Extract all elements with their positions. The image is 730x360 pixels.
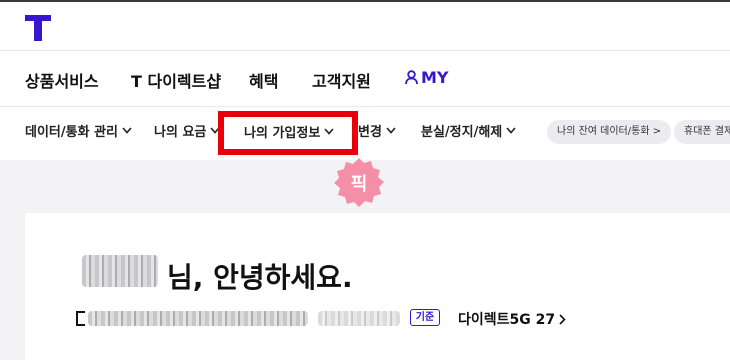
lnb-item-label: 데이터/통화 관리 [25, 125, 118, 140]
chip-remaining-data[interactable]: 나의 잔여 데이터/통화 > [547, 120, 672, 144]
lnb-item-data-call[interactable]: 데이터/통화 관리 [25, 121, 132, 140]
gnb-item-products[interactable]: 상품서비스 [25, 68, 99, 92]
blurred-line-info [88, 311, 308, 326]
chevron-down-icon [506, 127, 516, 134]
gnb-item-benefits[interactable]: 혜택 [249, 68, 278, 92]
lnb-item-my-subscription[interactable]: 나의 가입정보 [244, 122, 334, 141]
pick-badge-icon: 픽 [334, 158, 384, 207]
lnb-item-label: 나의 요금 [154, 125, 207, 140]
plan-link[interactable]: 다이렉트5G 27 [458, 309, 566, 329]
person-icon [405, 70, 418, 85]
lnb-item-label: 분실/정지/해제 [421, 125, 503, 140]
chevron-down-icon [386, 127, 396, 134]
chevron-right-icon [559, 313, 566, 325]
line-info-mark [76, 311, 85, 326]
gnb-item-my[interactable]: MY [405, 68, 449, 87]
gnb-item-direct-shop[interactable]: T 다이렉트샵 [131, 68, 221, 92]
lnb-item-lost-suspend[interactable]: 분실/정지/해제 [421, 121, 516, 140]
gnb-my-label: MY [421, 68, 449, 87]
lnb-divider [0, 106, 730, 107]
lnb-item-change[interactable]: 변경 [358, 121, 396, 140]
blurred-name [82, 255, 158, 287]
chevron-down-icon [324, 128, 334, 135]
plan-name: 다이렉트5G 27 [458, 312, 556, 328]
lnb-item-my-fee[interactable]: 나의 요금 [154, 121, 220, 140]
greeting-text: 님, 안녕하세요. [167, 261, 353, 294]
chevron-down-icon [122, 127, 132, 134]
blurred-date [318, 311, 400, 326]
lnb-item-label: 나의 가입정보 [244, 126, 321, 141]
chip-phone-payment[interactable]: 휴대폰 결제 [674, 120, 730, 144]
gnb-item-support[interactable]: 고객지원 [312, 68, 371, 92]
t-logo-icon[interactable] [25, 15, 51, 41]
lnb-item-label: 변경 [358, 125, 382, 140]
pick-badge-label: 픽 [351, 174, 368, 195]
gnb-divider [0, 50, 730, 51]
basis-badge: 기준 [410, 309, 440, 326]
